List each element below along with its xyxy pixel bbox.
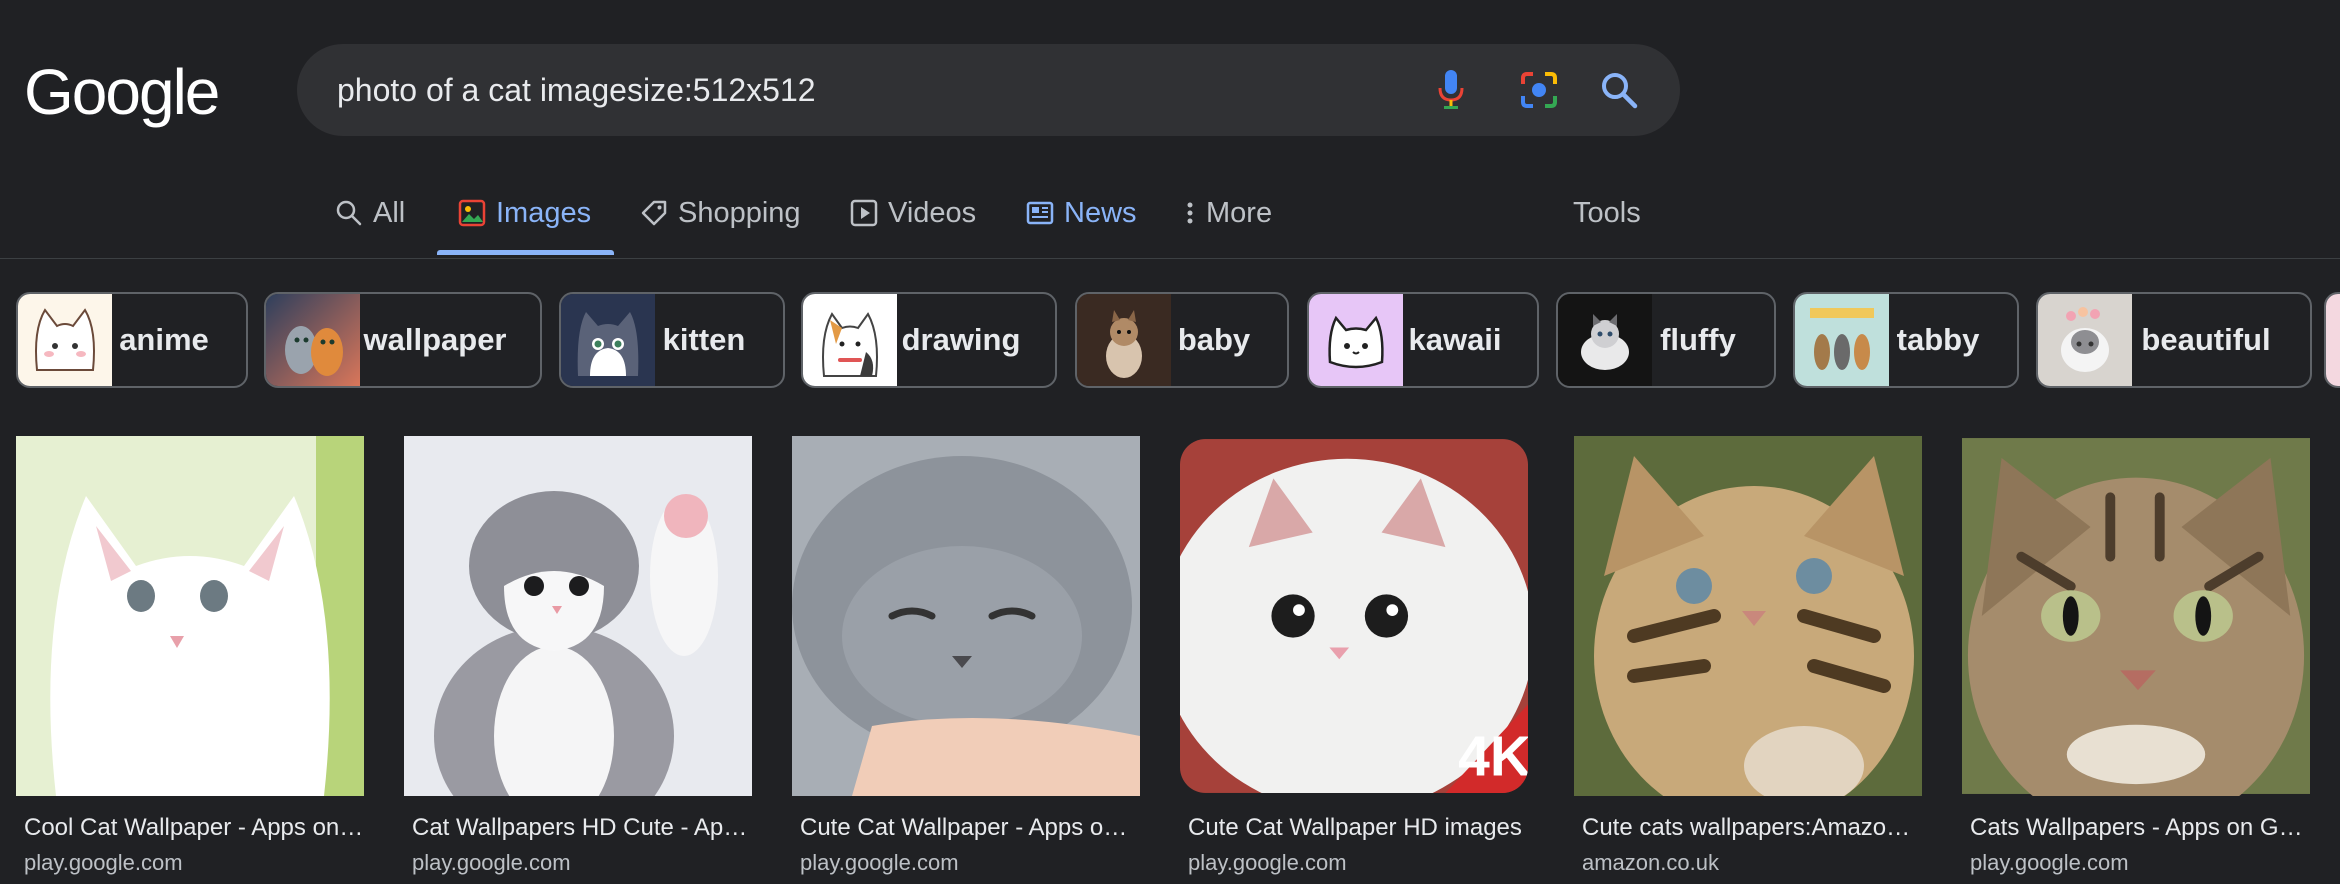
header-divider [0,258,2340,259]
chip-drawing[interactable]: drawing [801,292,1057,388]
chip-thumbnail [1309,294,1403,386]
result-title[interactable]: Cats Wallpapers - Apps on Google Play [1970,814,2310,842]
chip-more-partial[interactable] [2324,292,2340,388]
refinement-chips: anime wallpaper kitten drawing baby kawa… [0,292,2340,388]
chip-label: tabby [1896,322,1980,357]
chip-thumbnail [1077,294,1171,386]
tag-icon [641,200,667,226]
result-source: play.google.com [800,850,959,875]
result-image [404,436,752,796]
search-input[interactable] [337,44,1337,136]
image-icon [458,199,486,227]
tab-images[interactable]: Images [458,190,591,236]
chip-thumbnail [561,294,655,386]
badge-4k: 4K [1458,724,1528,788]
search-results-page: Google photo of a cat imagesize:512x512 … [0,0,2340,884]
image-result[interactable]: Cat Wallpapers HD Cute - Apps on Google … [404,436,752,875]
result-source: play.google.com [412,850,571,875]
tab-all[interactable]: All [335,190,405,236]
chip-label: beautiful [2141,322,2271,357]
chip-thumbnail [2326,294,2340,386]
result-image: 4K [1180,439,1528,793]
chip-thumbnail [1558,294,1652,386]
result-title[interactable]: Cute Cat Wallpaper - Apps on Google Play [800,814,1140,842]
result-image [16,436,364,796]
chip-kawaii[interactable]: kawaii [1307,292,1539,388]
chip-fluffy[interactable]: fluffy [1556,292,1776,388]
tools-button[interactable]: Tools [1573,190,1641,236]
tab-videos[interactable]: Videos [850,190,976,236]
result-title[interactable]: Cat Wallpapers HD Cute - Apps on Google … [412,814,752,842]
camera-lens-icon[interactable] [1515,66,1563,114]
search-icon[interactable] [1595,66,1643,114]
result-source: amazon.co.uk [1582,850,1719,875]
tab-label: News [1064,196,1137,229]
chip-label: drawing [901,322,1021,357]
chip-thumbnail [1795,294,1889,386]
result-image [792,436,1140,796]
image-result[interactable]: Cool Cat Wallpaper - Apps on Google Play… [16,436,364,875]
chip-label: fluffy [1660,322,1736,357]
search-icon [336,200,362,226]
chip-tabby[interactable]: tabby [1793,292,2019,388]
google-logo[interactable]: Google [24,52,220,132]
tab-label: Shopping [678,196,801,229]
image-result[interactable]: Cute Cat Wallpaper - Apps on Google Play… [792,436,1140,875]
chip-thumbnail [18,294,112,386]
result-image [1574,436,1922,796]
result-source: play.google.com [24,850,183,875]
chip-kitten[interactable]: kitten [559,292,785,388]
result-source: play.google.com [1970,850,2129,875]
chip-label: baby [1177,322,1251,357]
image-result[interactable]: 4K Cute Cat Wallpaper HD images play.goo… [1180,436,1528,875]
search-tabs: All Images Shopping Videos News More Too… [0,170,2340,260]
chip-thumbnail [2038,294,2132,386]
chip-thumbnail [266,294,360,386]
tab-label: Images [496,196,592,229]
chip-label: kawaii [1408,322,1502,357]
chip-wallpaper[interactable]: wallpaper [264,292,542,388]
chip-label: anime [119,322,209,357]
chip-anime[interactable]: anime [16,292,248,388]
result-title[interactable]: Cool Cat Wallpaper - Apps on Google Play [24,814,364,842]
image-result[interactable]: Cute cats wallpapers:Amazon.co.uk amazon… [1574,436,1922,875]
tab-more[interactable]: More [1184,190,1272,236]
result-title[interactable]: Cute Cat Wallpaper HD images [1188,814,1528,842]
chip-beautiful[interactable]: beautiful [2036,292,2312,388]
chip-label: wallpaper [363,322,507,357]
tab-label: More [1206,196,1273,229]
image-result[interactable]: Cats Wallpapers - Apps on Google Play pl… [1962,436,2310,875]
chip-label: kitten [662,322,746,357]
result-title[interactable]: Cute cats wallpapers:Amazon.co.uk [1582,814,1922,842]
tools-label: Tools [1573,196,1641,229]
more-vert-icon [1187,202,1193,224]
chip-baby[interactable]: baby [1075,292,1289,388]
result-image [1962,438,2310,796]
tab-shopping[interactable]: Shopping [640,190,801,236]
tab-label: Videos [888,196,977,229]
result-source: play.google.com [1188,850,1347,875]
search-box[interactable] [297,44,1680,136]
active-tab-indicator [437,250,614,255]
chip-thumbnail [803,294,897,386]
play-icon [850,199,878,227]
tab-label: All [373,196,406,229]
newspaper-icon [1026,201,1054,225]
microphone-icon[interactable] [1427,66,1475,114]
tab-news[interactable]: News [1026,190,1137,236]
